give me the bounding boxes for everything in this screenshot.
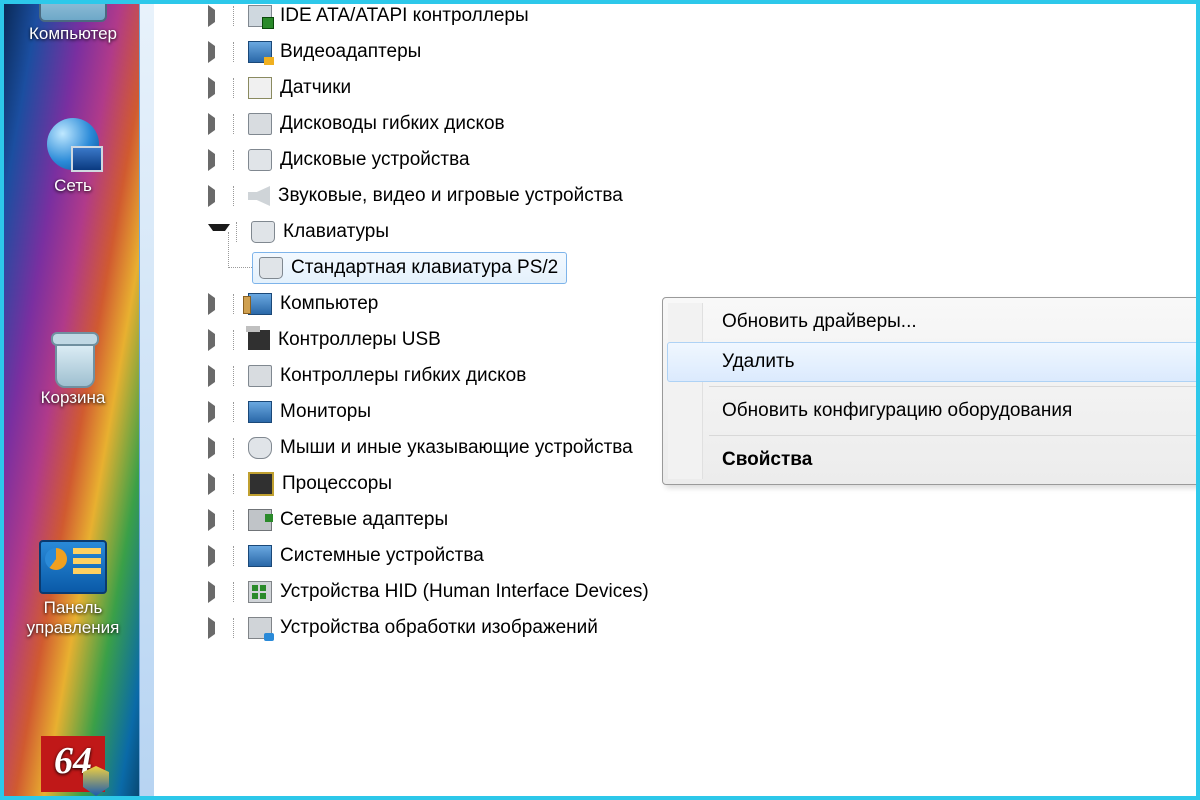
hid-icon — [248, 581, 272, 603]
desktop-icon-control-panel[interactable]: Панель управления — [4, 540, 142, 638]
tree-node[interactable]: Компьютер — [208, 286, 649, 322]
chevron-right-icon[interactable] — [208, 545, 227, 567]
context-menu-item[interactable]: Обновить драйверы... — [667, 302, 1200, 342]
pc-icon — [248, 293, 272, 315]
device-manager-panel: IDE ATA/ATAPI контроллеры Видеоадаптеры Да… — [162, 4, 1196, 796]
nic-icon — [248, 509, 272, 531]
tree-node[interactable]: Сетевые адаптеры — [208, 502, 649, 538]
ide-icon — [248, 5, 272, 27]
kb-icon — [251, 221, 275, 243]
kb-icon — [259, 257, 283, 279]
tree-node[interactable]: IDE ATA/ATAPI контроллеры — [208, 0, 649, 34]
tree-node[interactable]: Системные устройства — [208, 538, 649, 574]
chevron-right-icon[interactable] — [208, 437, 227, 459]
network-icon — [41, 118, 105, 174]
chevron-down-icon[interactable] — [208, 224, 230, 243]
tree-node-label: Устройства HID (Human Interface Devices) — [280, 581, 649, 603]
chevron-right-icon[interactable] — [208, 329, 227, 351]
tree-node-label: Системные устройства — [280, 545, 484, 567]
desktop-icon-label: Сеть — [8, 176, 138, 196]
tree-node[interactable]: Датчики — [208, 70, 649, 106]
tree-node[interactable]: Процессоры — [208, 466, 649, 502]
context-menu-item[interactable]: Обновить конфигурацию оборудования — [667, 391, 1200, 431]
desktop-icon-computer[interactable]: Компьютер — [8, 0, 138, 44]
desktop-icon-network[interactable]: Сеть — [8, 118, 138, 196]
tree-node[interactable]: Контроллеры USB — [208, 322, 649, 358]
chevron-right-icon[interactable] — [208, 617, 227, 639]
chevron-right-icon[interactable] — [208, 401, 227, 423]
chevron-right-icon[interactable] — [208, 41, 227, 63]
computer-icon — [39, 0, 107, 22]
chevron-right-icon[interactable] — [208, 77, 227, 99]
tree-node[interactable]: Клавиатуры — [208, 214, 649, 250]
desktop-icon-aida64[interactable]: 64 — [8, 736, 138, 792]
desktop-icon-recycle-bin[interactable]: Корзина — [8, 330, 138, 408]
tree-node-label: IDE ATA/ATAPI контроллеры — [280, 5, 529, 27]
tree-node[interactable]: Устройства HID (Human Interface Devices) — [208, 574, 649, 610]
tree-node-label: Компьютер — [280, 293, 378, 315]
img-icon — [248, 617, 272, 639]
tree-child-node[interactable]: Стандартная клавиатура PS/2 — [252, 250, 649, 286]
chevron-right-icon[interactable] — [208, 149, 227, 171]
chevron-right-icon[interactable] — [208, 293, 227, 315]
chevron-right-icon[interactable] — [208, 113, 227, 135]
device-tree[interactable]: IDE ATA/ATAPI контроллеры Видеоадаптеры Да… — [208, 0, 649, 646]
fdd-icon — [248, 113, 272, 135]
tree-node-label: Мыши и иные указывающие устройства — [280, 437, 633, 459]
tree-node-label: Стандартная клавиатура PS/2 — [291, 257, 558, 279]
mon-icon — [248, 401, 272, 423]
desktop-icon-label: Панель управления — [4, 598, 142, 638]
tree-node[interactable]: Дисководы гибких дисков — [208, 106, 649, 142]
tree-node-label: Дисководы гибких дисков — [280, 113, 505, 135]
tree-node-label: Дисковые устройства — [280, 149, 470, 171]
tree-node[interactable]: Звуковые, видео и игровые устройства — [208, 178, 649, 214]
sys-icon — [248, 545, 272, 567]
context-menu-item[interactable]: Удалить — [667, 342, 1200, 382]
desktop-strip: Компьютер Сеть Корзина Панель управления… — [4, 4, 154, 796]
tree-node-label: Датчики — [280, 77, 351, 99]
fdd-icon — [248, 365, 272, 387]
chevron-right-icon[interactable] — [208, 5, 227, 27]
chevron-right-icon[interactable] — [208, 365, 227, 387]
vid-icon — [248, 41, 272, 63]
tree-node[interactable]: Устройства обработки изображений — [208, 610, 649, 646]
tree-node-selected[interactable]: Стандартная клавиатура PS/2 — [252, 252, 567, 284]
sen-icon — [248, 77, 272, 99]
screenshot-frame: Компьютер Сеть Корзина Панель управления… — [0, 0, 1200, 800]
cpu-icon — [248, 472, 274, 496]
tree-node-label: Контроллеры гибких дисков — [280, 365, 526, 387]
hdd-icon — [248, 149, 272, 171]
tree-node-label: Видеоадаптеры — [280, 41, 421, 63]
snd-icon — [248, 186, 270, 206]
context-menu-separator — [709, 435, 1200, 436]
tree-node[interactable]: Видеоадаптеры — [208, 34, 649, 70]
chevron-right-icon[interactable] — [208, 509, 227, 531]
aida64-icon: 64 — [41, 736, 105, 792]
chevron-right-icon[interactable] — [208, 473, 227, 495]
tree-node[interactable]: Мыши и иные указывающие устройства — [208, 430, 649, 466]
mouse-icon — [248, 437, 272, 459]
usb-icon — [248, 330, 270, 350]
tree-node-label: Сетевые адаптеры — [280, 509, 448, 531]
tree-node-label: Клавиатуры — [283, 221, 389, 243]
tree-node-label: Контроллеры USB — [278, 329, 441, 351]
chevron-right-icon[interactable] — [208, 185, 227, 207]
tree-node[interactable]: Дисковые устройства — [208, 142, 649, 178]
control-panel-icon — [39, 540, 107, 594]
tree-node[interactable]: Контроллеры гибких дисков — [208, 358, 649, 394]
tree-node-label: Мониторы — [280, 401, 371, 423]
tree-node[interactable]: Мониторы — [208, 394, 649, 430]
chevron-right-icon[interactable] — [208, 581, 227, 603]
context-menu: Обновить драйверы...Удалить Обновить конф… — [662, 297, 1200, 485]
desktop-icon-label: Компьютер — [8, 24, 138, 44]
tree-node-label: Устройства обработки изображений — [280, 617, 598, 639]
context-menu-item[interactable]: Свойства — [667, 440, 1200, 480]
desktop-icon-label: Корзина — [8, 388, 138, 408]
taskbar-edge — [139, 4, 154, 796]
tree-node-label: Процессоры — [282, 473, 392, 495]
tree-node-label: Звуковые, видео и игровые устройства — [278, 185, 623, 207]
context-menu-separator — [709, 386, 1200, 387]
recycle-bin-icon — [47, 330, 99, 386]
